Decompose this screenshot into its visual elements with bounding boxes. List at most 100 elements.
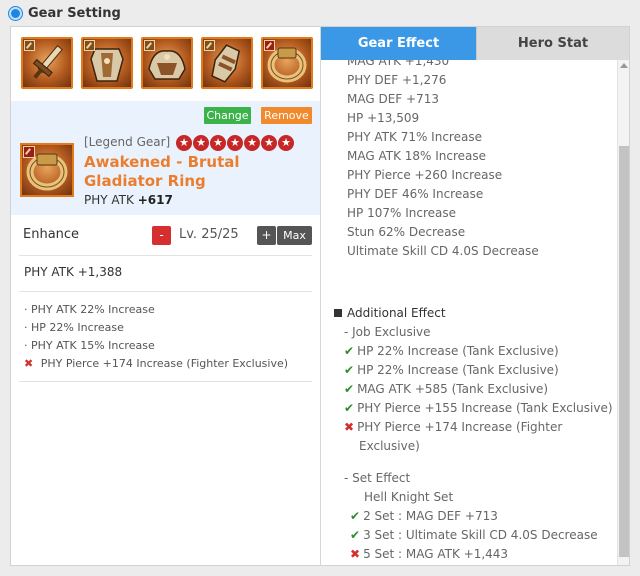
lock-icon bbox=[24, 40, 35, 51]
tab-hero-stat[interactable]: Hero Stat bbox=[476, 27, 629, 60]
scrollbar[interactable] bbox=[617, 60, 629, 565]
star-rating: ★ ★ ★ ★ ★ ★ ★ bbox=[176, 135, 295, 151]
sub-option-text: PHY ATK 22% Increase bbox=[31, 303, 155, 316]
lock-icon bbox=[84, 40, 95, 51]
effect-item: PHY DEF +1,276 bbox=[347, 73, 447, 87]
enhance-minus-button[interactable]: - bbox=[152, 226, 171, 245]
scroll-up-arrow-icon[interactable] bbox=[620, 63, 628, 68]
enhance-label: Enhance bbox=[23, 227, 80, 242]
total-stat: PHY ATK +1,388 bbox=[24, 265, 123, 279]
star-icon: ★ bbox=[261, 135, 277, 151]
effect-text: HP 22% Increase (Tank Exclusive) bbox=[357, 344, 559, 358]
effect-item: HP 107% Increase bbox=[347, 206, 456, 220]
check-icon: ✔ bbox=[344, 401, 355, 415]
gear-effect-list: MAG ATK +1,430 PHY DEF +1,276 MAG DEF +713… bbox=[322, 60, 617, 565]
effect-item: PHY DEF 46% Increase bbox=[347, 187, 484, 201]
selected-gear-icon bbox=[20, 143, 74, 197]
star-icon: ★ bbox=[244, 135, 260, 151]
sub-option-item: · PHY ATK 15% Increase bbox=[24, 337, 288, 355]
cross-icon: ✖ bbox=[344, 420, 355, 434]
scrollbar-thumb[interactable] bbox=[619, 146, 629, 557]
divider bbox=[19, 255, 312, 256]
check-icon: ✔ bbox=[344, 344, 355, 358]
gear-name-line-2: Gladiator Ring bbox=[84, 172, 206, 190]
gear-main-stat: PHY ATK +617 bbox=[84, 193, 173, 207]
effect-text: HP 22% Increase (Tank Exclusive) bbox=[357, 363, 559, 377]
check-icon: ✔ bbox=[350, 528, 361, 542]
set-effect-item: ✔ 2 Set : MAG DEF +713 bbox=[350, 509, 498, 523]
check-icon: ✔ bbox=[350, 509, 361, 523]
effect-item: HP +13,509 bbox=[347, 111, 420, 125]
gear-detail-column: Change Remove [Legend Gear] ★ ★ ★ ★ ★ ★ ★ Awak… bbox=[11, 27, 321, 565]
star-icon: ★ bbox=[193, 135, 209, 151]
effect-item: Ultimate Skill CD 4.0S Decrease bbox=[347, 244, 539, 258]
bullet-icon: · bbox=[24, 321, 28, 334]
divider bbox=[19, 381, 312, 382]
check-icon: ✔ bbox=[344, 382, 355, 396]
job-effect-item-cont: Exclusive) bbox=[359, 439, 420, 453]
lock-icon bbox=[204, 40, 215, 51]
bullet-icon: · bbox=[24, 339, 28, 352]
sub-option-item: · HP 22% Increase bbox=[24, 319, 288, 337]
gear-slot-armor[interactable] bbox=[81, 37, 133, 89]
sub-option-list: · PHY ATK 22% Increase · HP 22% Increase ·… bbox=[24, 301, 288, 373]
job-effect-item: ✖ PHY Pierce +174 Increase (Fighter bbox=[344, 420, 562, 434]
effect-item: MAG ATK +1,430 bbox=[347, 60, 450, 68]
divider bbox=[19, 291, 312, 292]
gear-slot-gloves[interactable] bbox=[201, 37, 253, 89]
set-effect-item: ✔ 3 Set : Ultimate Skill CD 4.0S Decrease bbox=[350, 528, 598, 542]
tab-gear-effect[interactable]: Gear Effect bbox=[321, 27, 476, 60]
square-bullet-icon bbox=[334, 309, 342, 317]
sub-option-text: PHY ATK 15% Increase bbox=[31, 339, 155, 352]
gear-slot-ring[interactable] bbox=[261, 37, 313, 89]
bullet-icon: · bbox=[24, 303, 28, 316]
effect-text: 5 Set : MAG ATK +1,443 bbox=[363, 547, 509, 561]
remove-button[interactable]: Remove bbox=[261, 107, 312, 124]
star-icon: ★ bbox=[278, 135, 294, 151]
set-name: Hell Knight Set bbox=[364, 490, 454, 504]
enhance-max-button[interactable]: Max bbox=[277, 226, 312, 245]
check-icon: ✔ bbox=[344, 363, 355, 377]
effect-item: PHY ATK 71% Increase bbox=[347, 130, 482, 144]
enhance-plus-button[interactable]: + bbox=[257, 226, 276, 245]
effect-item: PHY Pierce +260 Increase bbox=[347, 168, 503, 182]
gear-slot-weapon[interactable] bbox=[21, 37, 73, 89]
effect-text: 2 Set : MAG DEF +713 bbox=[363, 509, 498, 523]
gear-name: Awakened - Brutal Gladiator Ring bbox=[84, 153, 284, 191]
job-effect-item: ✔ MAG ATK +585 (Tank Exclusive) bbox=[344, 382, 548, 396]
lock-icon bbox=[23, 146, 35, 158]
set-effect-header: - Set Effect bbox=[344, 471, 411, 485]
change-button[interactable]: Change bbox=[204, 107, 251, 124]
effect-text: Additional Effect bbox=[347, 306, 446, 320]
sub-option-item: · PHY ATK 22% Increase bbox=[24, 301, 288, 319]
effect-item: MAG DEF +713 bbox=[347, 92, 439, 106]
window-title: Gear Setting bbox=[28, 5, 121, 21]
effect-text: PHY Pierce +155 Increase (Tank Exclusive… bbox=[357, 401, 613, 415]
cross-icon: ✖ bbox=[24, 357, 34, 370]
effect-text: MAG ATK +585 (Tank Exclusive) bbox=[357, 382, 549, 396]
job-effect-item: ✔ PHY Pierce +155 Increase (Tank Exclusiv… bbox=[344, 401, 613, 415]
gear-grade: [Legend Gear] bbox=[84, 135, 171, 149]
star-icon: ★ bbox=[210, 135, 226, 151]
gear-panel: Change Remove [Legend Gear] ★ ★ ★ ★ ★ ★ ★ Awak… bbox=[10, 26, 630, 566]
additional-effect-title: Additional Effect bbox=[334, 306, 446, 320]
title-bar: Gear Setting bbox=[0, 0, 640, 26]
star-icon: ★ bbox=[176, 135, 192, 151]
sub-option-text: HP 22% Increase bbox=[31, 321, 124, 334]
main-stat-value: +617 bbox=[137, 193, 173, 207]
title-dot-icon bbox=[9, 6, 22, 20]
effect-item: MAG ATK 18% Increase bbox=[347, 149, 487, 163]
enhance-level: Lv. 25/25 bbox=[179, 227, 239, 242]
effect-text: PHY Pierce +174 Increase (Fighter bbox=[357, 420, 563, 434]
effect-item: Stun 62% Decrease bbox=[347, 225, 466, 239]
set-effect-item: ✖ 5 Set : MAG ATK +1,443 bbox=[350, 547, 508, 561]
sub-option-text: PHY Pierce +174 Increase (Fighter Exclus… bbox=[40, 357, 289, 370]
lock-icon bbox=[264, 40, 275, 51]
star-icon: ★ bbox=[227, 135, 243, 151]
gear-slot-accessory[interactable] bbox=[141, 37, 193, 89]
cross-icon: ✖ bbox=[350, 547, 361, 561]
gear-name-line-1: Awakened - Brutal bbox=[84, 153, 240, 171]
main-stat-label: PHY ATK bbox=[84, 193, 134, 207]
effect-text: 3 Set : Ultimate Skill CD 4.0S Decrease bbox=[363, 528, 598, 542]
job-effect-item: ✔ HP 22% Increase (Tank Exclusive) bbox=[344, 344, 559, 358]
